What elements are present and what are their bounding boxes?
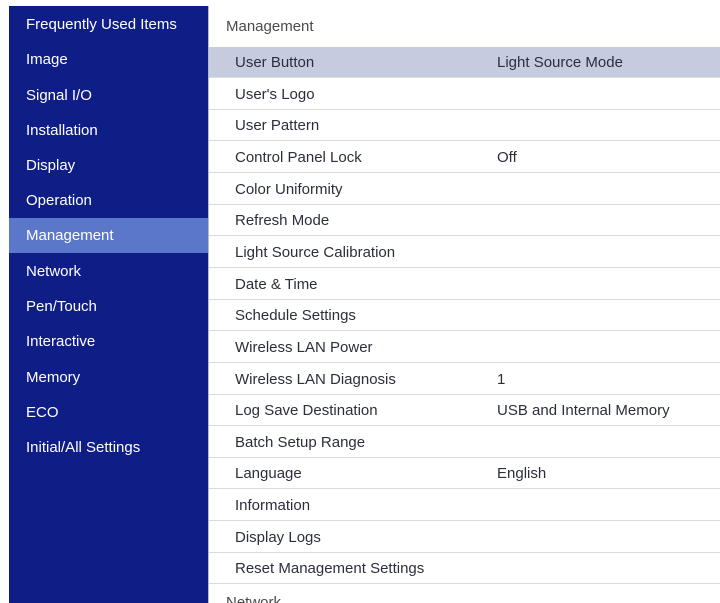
menu-row-value: 1	[497, 371, 506, 388]
menu-row-value: English	[497, 465, 547, 482]
menu-row-date-and-time[interactable]: Date & Time	[209, 269, 720, 300]
menu-row-user-pattern[interactable]: User Pattern	[209, 110, 720, 141]
sidebar-item-initial-all-settings[interactable]: Initial/All Settings	[9, 430, 208, 465]
menu-row-value: Off	[497, 149, 517, 166]
menu-row-reset-management-settings[interactable]: Reset Management Settings	[209, 553, 720, 584]
management-panel: Management User Button Light Source Mode U…	[209, 6, 720, 603]
menu-row-label: User Pattern	[235, 117, 320, 134]
sidebar-item-installation[interactable]: Installation	[9, 113, 208, 148]
menu-row-display-logs[interactable]: Display Logs	[209, 522, 720, 553]
menu-row-wireless-lan-diagnosis[interactable]: Wireless LAN Diagnosis 1	[209, 364, 720, 395]
sidebar-item-display[interactable]: Display	[9, 148, 208, 183]
menu-row-information[interactable]: Information	[209, 490, 720, 521]
sidebar-item-interactive[interactable]: Interactive	[9, 324, 208, 359]
sidebar-item-operation[interactable]: Operation	[9, 183, 208, 218]
menu-row-refresh-mode[interactable]: Refresh Mode	[209, 205, 720, 236]
menu-row-label: User's Logo	[235, 86, 315, 103]
menu-row-label: Wireless LAN Power	[235, 339, 373, 356]
menu-row-color-uniformity[interactable]: Color Uniformity	[209, 174, 720, 205]
menu-row-label: Wireless LAN Diagnosis	[235, 371, 396, 388]
menu-row-schedule-settings[interactable]: Schedule Settings	[209, 300, 720, 331]
sidebar-item-management[interactable]: Management	[9, 218, 208, 253]
sidebar-item-network[interactable]: Network	[9, 254, 208, 289]
menu-row-label: Log Save Destination	[235, 402, 378, 419]
menu-row-control-panel-lock[interactable]: Control Panel Lock Off	[209, 142, 720, 173]
menu-row-language[interactable]: Language English	[209, 458, 720, 489]
menu-row-label: Control Panel Lock	[235, 149, 362, 166]
menu-row-light-source-calibration[interactable]: Light Source Calibration	[209, 237, 720, 268]
sidebar-item-eco[interactable]: ECO	[9, 395, 208, 430]
menu-row-label: Light Source Calibration	[235, 244, 396, 261]
sidebar-item-signal-i-o[interactable]: Signal I/O	[9, 78, 208, 113]
menu-row-label: Batch Setup Range	[235, 434, 366, 451]
menu-row-label: User Button	[235, 54, 315, 71]
menu-row-value: Light Source Mode	[497, 54, 623, 71]
menu-row-value: USB and Internal Memory	[497, 402, 670, 419]
menu-row-label: Display Logs	[235, 529, 321, 546]
sidebar-item-frequently-used-items[interactable]: Frequently Used Items	[9, 7, 208, 42]
menu-row-user-s-logo[interactable]: User's Logo	[209, 79, 720, 110]
sidebar-item-image[interactable]: Image	[9, 42, 208, 77]
menu-row-wireless-lan-power[interactable]: Wireless LAN Power	[209, 332, 720, 363]
menu-row-batch-setup-range[interactable]: Batch Setup Range	[209, 427, 720, 458]
menu-row-label: Language	[235, 465, 302, 482]
section-header: Management	[226, 17, 314, 35]
next-section-header: Network	[226, 594, 282, 603]
menu-row-label: Information	[235, 497, 311, 514]
menu-row-label: Color Uniformity	[235, 181, 343, 198]
menu-row-label: Refresh Mode	[235, 212, 330, 229]
sidebar-menu: Frequently Used Items Image Signal I/O Inst…	[9, 6, 208, 603]
sidebar-item-pen-touch[interactable]: Pen/Touch	[9, 289, 208, 324]
menu-row-label: Reset Management Settings	[235, 560, 425, 577]
sidebar-item-memory[interactable]: Memory	[9, 360, 208, 395]
menu-row-log-save-destination[interactable]: Log Save Destination USB and Internal Mem…	[209, 395, 720, 426]
menu-row-label: Date & Time	[235, 276, 318, 293]
menu-row-label: Schedule Settings	[235, 307, 356, 324]
menu-row-user-button[interactable]: User Button Light Source Mode	[209, 47, 720, 78]
